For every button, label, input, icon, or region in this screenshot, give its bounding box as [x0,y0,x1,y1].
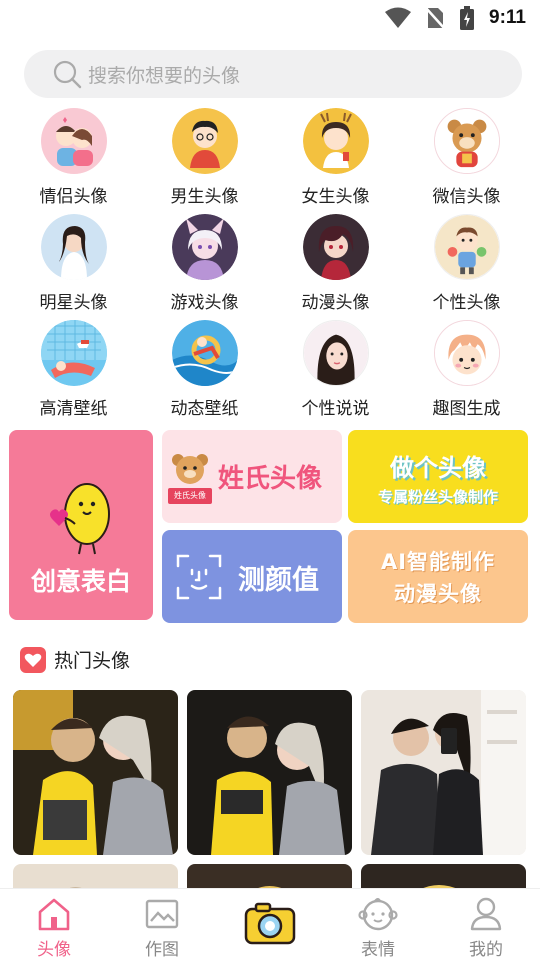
confess-title: 创意表白 [30,567,131,596]
category-label: 个性说说 [301,399,370,419]
nav-avatar[interactable]: 头像 [0,889,108,960]
bear-face-icon [172,454,208,484]
hot-avatar-image[interactable] [13,690,178,855]
no-sim-icon [425,7,445,29]
hot-avatars-header: 热门头像 [20,646,130,673]
category-fun-image[interactable]: 趣图生成 [401,320,532,426]
nav-label: 作图 [145,940,179,960]
hd-wallpaper-icon [40,320,107,386]
surname-bear-badge: 姓氏头像 [168,452,212,504]
nav-label: 表情 [361,940,395,960]
wifi-icon [385,7,412,28]
nav-emoji[interactable]: 表情 [324,889,432,960]
star-avatar-icon [40,214,107,280]
hot-avatar-image[interactable] [187,690,352,855]
girl-avatar-icon [302,108,369,174]
boy-avatar-icon [171,108,238,174]
category-star[interactable]: 明星头像 [8,214,139,320]
live-wallpaper-icon [171,320,238,386]
category-grid: 情侣头像 男生头像 女生头像 微信头像 明星头像 游戏头像 动漫头像 个性头像 … [8,108,532,426]
battery-charging-icon [460,6,475,30]
ai-anime-card[interactable]: AI智能制作 动漫头像 [348,530,528,623]
category-label: 男生头像 [170,187,239,207]
category-label: 个性头像 [432,293,501,313]
fun-image-icon [433,320,500,386]
category-live-wallpaper[interactable]: 动态壁纸 [139,320,270,426]
category-label: 趣图生成 [432,399,501,419]
camera-icon [244,902,296,945]
category-label: 动态壁纸 [170,399,239,419]
game-avatar-icon [171,214,238,280]
ai-title-line1: AI智能制作 [380,550,496,574]
couple-avatar-icon [40,108,107,174]
anime-avatar-icon [302,214,369,280]
clock: 9:11 [489,7,526,28]
surname-avatar-card[interactable]: 姓氏头像 姓氏头像 [162,430,342,523]
search-icon [53,60,82,89]
nav-draw[interactable]: 作图 [108,889,216,960]
status-bar: 9:11 [0,0,540,38]
heart-badge-icon [20,646,46,673]
personality-avatar-icon [433,214,500,280]
category-status[interactable]: 个性说说 [270,320,401,426]
category-label: 明星头像 [39,293,108,313]
status-icons: 9:11 [385,6,526,30]
heart-chick-icon [50,483,110,555]
category-label: 微信头像 [432,187,501,207]
category-boy[interactable]: 男生头像 [139,108,270,214]
baby-face-icon [358,898,398,931]
bottom-nav: 头像 作图 表情 我的 [0,888,540,960]
surname-title: 姓氏头像 [218,464,323,494]
home-icon [38,898,70,931]
ai-title-line2: 动漫头像 [394,582,482,606]
face-score-title: 测颜值 [238,565,319,596]
category-girl[interactable]: 女生头像 [270,108,401,214]
status-post-icon [302,320,369,386]
category-label: 情侣头像 [39,187,108,207]
category-label: 女生头像 [301,187,370,207]
category-anime[interactable]: 动漫头像 [270,214,401,320]
category-hd-wallpaper[interactable]: 高清壁纸 [8,320,139,426]
make-avatar-title: 做个头像 [390,454,486,482]
section-title: 热门头像 [54,650,131,672]
category-couple[interactable]: 情侣头像 [8,108,139,214]
category-game[interactable]: 游戏头像 [139,214,270,320]
surname-badge-label: 姓氏头像 [168,488,212,504]
search-placeholder: 搜索你想要的头像 [88,64,241,87]
make-avatar-subtitle: 专属粉丝头像制作 [377,488,498,506]
nav-label: 我的 [469,940,503,960]
hot-avatar-image[interactable] [361,690,526,855]
category-label: 游戏头像 [170,293,239,313]
confess-card[interactable]: 创意表白 [9,430,153,620]
nav-label: 头像 [37,940,71,960]
make-avatar-card[interactable]: 做个头像 专属粉丝头像制作 [348,430,528,523]
bear-avatar-icon [433,108,500,174]
nav-camera[interactable] [216,889,324,960]
category-personality[interactable]: 个性头像 [401,214,532,320]
nav-mine[interactable]: 我的 [432,889,540,960]
user-icon [470,897,502,931]
search-bar[interactable]: 搜索你想要的头像 [24,50,522,98]
category-label: 动漫头像 [301,293,370,313]
category-wechat[interactable]: 微信头像 [401,108,532,214]
image-edit-icon [145,899,179,929]
face-scan-icon [176,554,222,600]
face-score-card[interactable]: 测颜值 [162,530,342,623]
category-label: 高清壁纸 [39,399,108,419]
